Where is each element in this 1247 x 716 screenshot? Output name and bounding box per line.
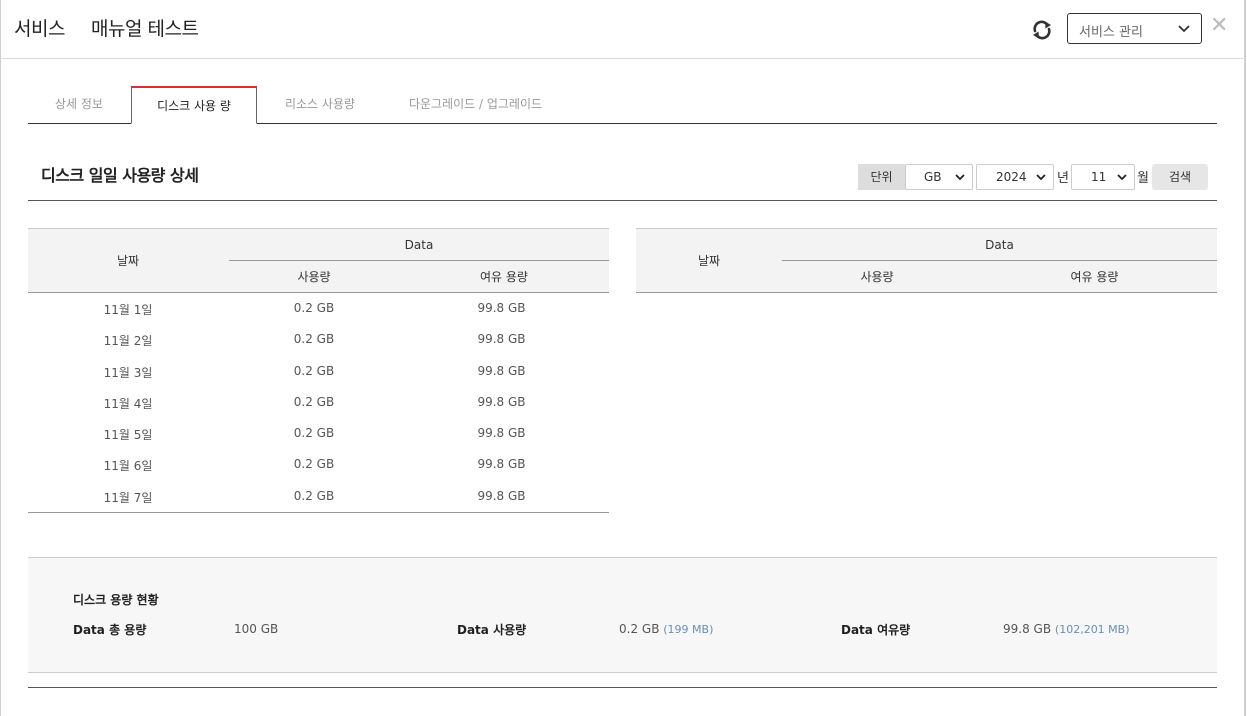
summary-used-mb: (199 MB) [663, 623, 714, 636]
unit-select[interactable]: GB [905, 164, 973, 190]
unit-label: 단위 [858, 164, 905, 190]
chevron-down-icon [1178, 25, 1190, 33]
summary-used: 0.2 GB (199 MB) [619, 622, 713, 636]
chevron-down-icon [1117, 174, 1127, 181]
year-suffix: 년 [1057, 171, 1069, 186]
table-header: 날짜 Data 사용량 여유 용량 [636, 228, 1217, 293]
search-button[interactable]: 검색 [1152, 164, 1208, 190]
disk-usage-table-left: 날짜 Data 사용량 여유 용량 11월 1일 0.2 GB 99.8 GB … [28, 228, 609, 514]
cell-date: 11월 5일 [103, 428, 153, 443]
column-data: Data [782, 229, 1217, 261]
cell-date: 11월 3일 [103, 365, 153, 380]
table-row: 11월 4일 0.2 GB 99.8 GB [28, 387, 609, 418]
cell-date: 11월 2일 [103, 334, 153, 349]
summary-total-label: Data 총 용량 [73, 623, 147, 637]
cell-used: 0.2 GB [293, 363, 335, 378]
section-title: 디스크 일일 사용량 상세 [41, 166, 199, 185]
summary-title: 디스크 용량 현황 [73, 593, 159, 607]
cell-used: 0.2 GB [293, 488, 335, 503]
close-icon[interactable]: ✕ [1210, 15, 1228, 37]
summary-free-label: Data 여유량 [841, 623, 911, 637]
column-used: 사용량 [297, 270, 331, 284]
cell-date: 11월 6일 [103, 459, 153, 474]
summary-used-label: Data 사용량 [457, 623, 527, 637]
cell-used: 0.2 GB [293, 394, 335, 409]
column-free: 여유 용량 [480, 270, 528, 284]
refresh-icon[interactable] [1030, 18, 1054, 42]
disk-capacity-summary: 디스크 용량 현황 Data 총 용량 100 GB Data 사용량 0.2 … [28, 557, 1217, 673]
column-used: 사용량 [860, 270, 894, 284]
summary-used-value: 0.2 GB [619, 622, 660, 636]
cell-free: 99.8 GB [477, 301, 526, 315]
header-title: 서비스 [14, 18, 65, 40]
table-body: 11월 1일 0.2 GB 99.8 GB 11월 2일 0.2 GB 99.8… [28, 293, 609, 512]
month-suffix: 월 [1137, 171, 1149, 186]
cell-free: 99.8 GB [477, 457, 526, 472]
tab-disk-usage[interactable]: 디스크 사용 량 [131, 86, 257, 124]
service-manage-select-label: 서비스 관리 [1079, 25, 1143, 40]
cell-free: 99.8 GB [477, 488, 526, 503]
column-free: 여유 용량 [1070, 270, 1119, 284]
cell-free: 99.8 GB [477, 363, 526, 378]
summary-free: 99.8 GB (102,201 MB) [1003, 622, 1130, 636]
summary-free-value: 99.8 GB [1003, 622, 1052, 636]
cell-date: 11월 1일 [103, 303, 153, 317]
table-row: 11월 2일 0.2 GB 99.8 GB [28, 324, 609, 355]
year-select-value: 2024 [996, 170, 1027, 184]
cell-date: 11월 4일 [103, 396, 153, 411]
month-select[interactable]: 11 [1071, 164, 1135, 190]
chevron-down-icon [955, 174, 965, 181]
cell-used: 0.2 GB [293, 457, 335, 472]
table-header: 날짜 Data 사용량 여유 용량 [28, 228, 609, 293]
column-date: 날짜 [116, 254, 140, 268]
cell-free: 99.8 GB [477, 426, 526, 441]
cell-free: 99.8 GB [477, 394, 526, 409]
tab-resource-usage[interactable]: 리소스 사용량 [257, 86, 383, 124]
cell-used: 0.2 GB [293, 332, 335, 347]
service-manage-select[interactable]: 서비스 관리 [1067, 13, 1202, 44]
table-row: 11월 6일 0.2 GB 99.8 GB [28, 449, 609, 480]
disk-usage-table-right: 날짜 Data 사용량 여유 용량 [636, 228, 1217, 293]
table-bottom-border [28, 512, 609, 514]
frame-left-border [0, 0, 1, 716]
header-service-name: 매뉴얼 테스트 [91, 18, 199, 40]
summary-total-value: 100 GB [234, 622, 279, 636]
section-divider [28, 200, 1217, 201]
cell-free: 99.8 GB [477, 332, 526, 347]
cell-used: 0.2 GB [293, 426, 335, 441]
unit-select-value: GB [924, 170, 942, 184]
table-row: 11월 3일 0.2 GB 99.8 GB [28, 356, 609, 387]
year-select[interactable]: 2024 [976, 164, 1054, 190]
bottom-divider [28, 687, 1217, 688]
modal-header: 서비스 매뉴얼 테스트 서비스 관리 ✕ [0, 0, 1247, 59]
tab-detail-info[interactable]: 상세 정보 [28, 86, 130, 124]
cell-used: 0.2 GB [293, 301, 335, 315]
cell-date: 11월 7일 [103, 490, 153, 505]
table-row: 11월 5일 0.2 GB 99.8 GB [28, 418, 609, 449]
month-select-value: 11 [1091, 170, 1107, 184]
frame-right-border [1244, 0, 1246, 716]
table-row: 11월 1일 0.2 GB 99.8 GB [28, 293, 609, 324]
tab-downgrade-upgrade[interactable]: 다운그레이드 / 업그레이드 [388, 86, 563, 124]
column-date: 날짜 [697, 254, 721, 268]
summary-free-mb: (102,201 MB) [1054, 623, 1130, 636]
tab-bar: 상세 정보 디스크 사용 량 리소스 사용량 다운그레이드 / 업그레이드 [28, 86, 1217, 124]
column-data: Data [229, 229, 609, 261]
chevron-down-icon [1036, 174, 1046, 181]
table-row: 11월 7일 0.2 GB 99.8 GB [28, 481, 609, 512]
